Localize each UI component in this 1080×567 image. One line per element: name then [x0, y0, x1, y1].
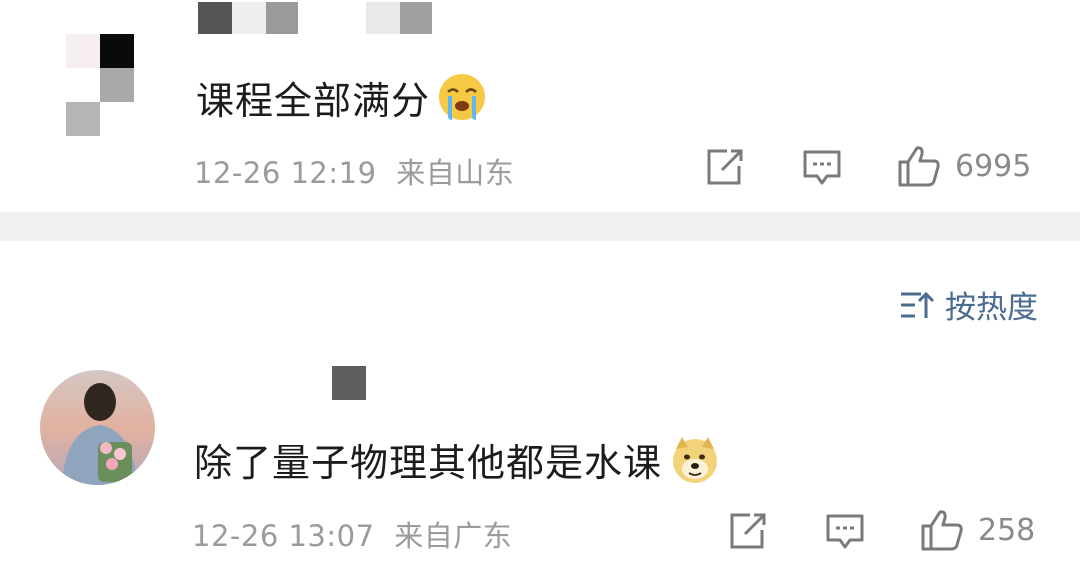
crying-face-emoji: [436, 72, 488, 124]
comment-icon: [803, 150, 841, 185]
like-icon: [921, 510, 963, 551]
share-icon: [730, 513, 766, 549]
section-divider: [0, 212, 1080, 241]
comment-icon: [826, 514, 864, 549]
avatar-redacted[interactable]: [66, 34, 136, 136]
comment-button[interactable]: [825, 512, 865, 552]
like-count: 258: [978, 512, 1036, 548]
doge-emoji: [670, 435, 720, 485]
comment-time: 12-26 12:19: [194, 156, 377, 190]
comment-button[interactable]: [802, 148, 842, 188]
like-count: 6995: [955, 148, 1032, 184]
username-redacted[interactable]: [332, 366, 366, 400]
comment-time: 12-26 13:07: [192, 519, 375, 553]
comment-location: 来自山东: [396, 156, 515, 190]
share-button[interactable]: [705, 148, 745, 186]
sort-by-hot-button[interactable]: 按热度: [899, 282, 1038, 327]
avatar[interactable]: [40, 370, 155, 485]
sort-icon: [901, 291, 935, 318]
username-redacted[interactable]: [198, 2, 438, 36]
share-icon: [707, 149, 743, 185]
comment-location: 来自广东: [394, 519, 513, 553]
share-button[interactable]: [728, 512, 768, 550]
comment-text: 除了量子物理其他都是水课: [194, 441, 663, 485]
like-button[interactable]: 6995: [897, 144, 1031, 188]
like-icon: [898, 146, 940, 187]
comment-text: 课程全部满分: [196, 79, 431, 123]
sort-label: 按热度: [945, 290, 1038, 326]
like-button[interactable]: 258: [920, 508, 1035, 552]
